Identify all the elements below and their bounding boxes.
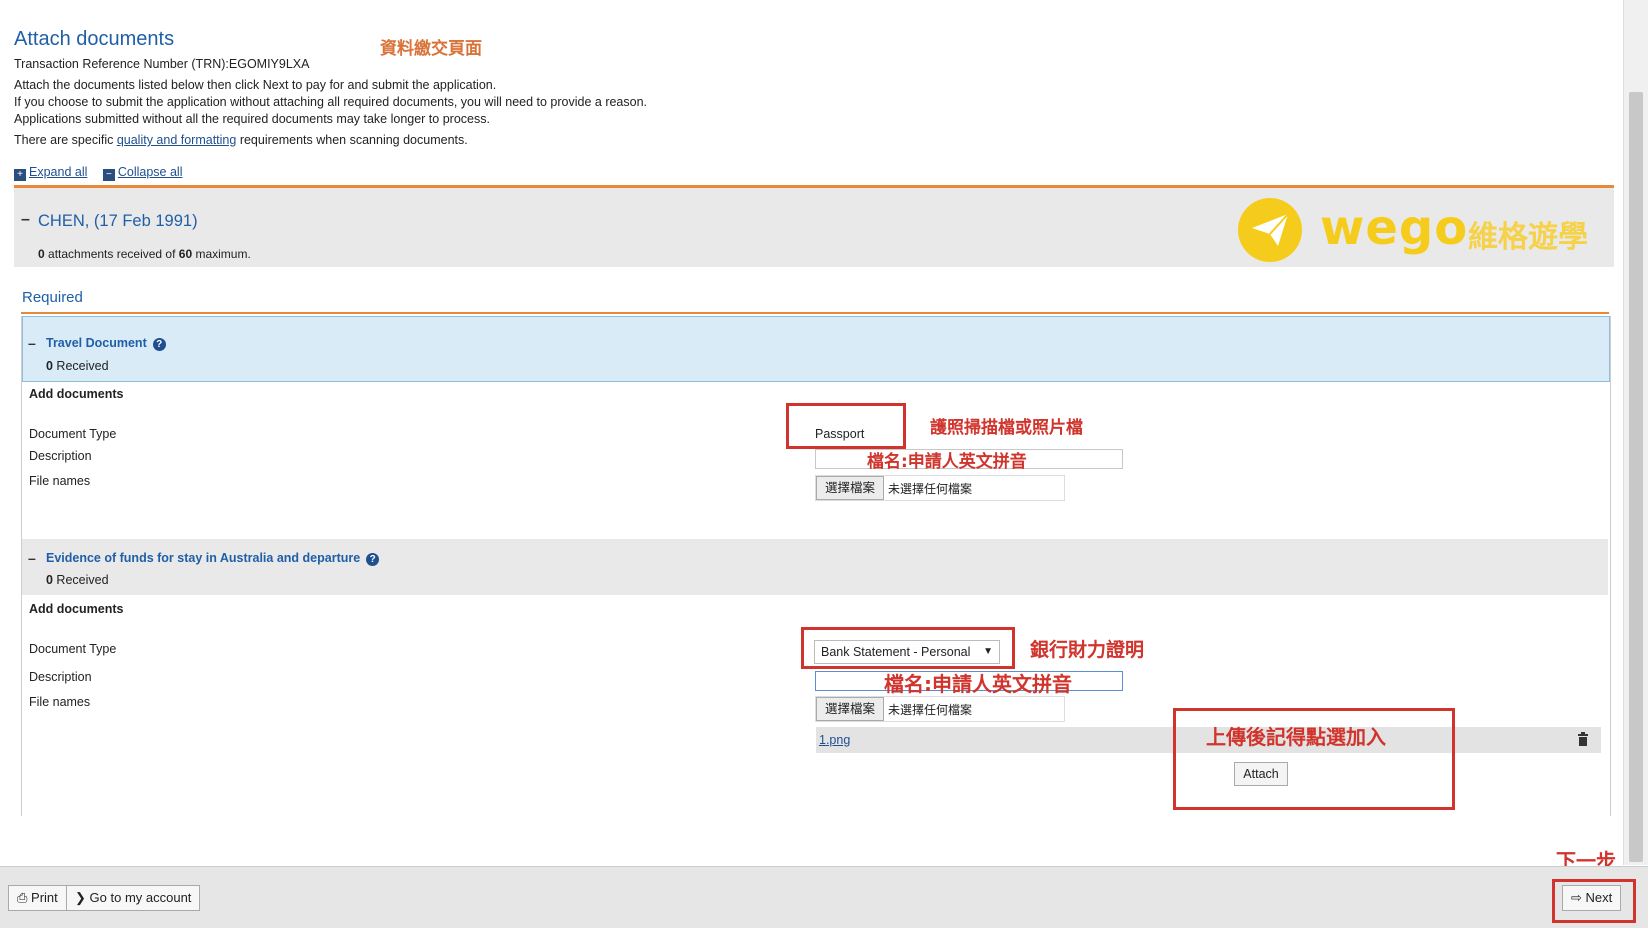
uploaded-file-link[interactable]: 1.png (819, 733, 850, 747)
file-input[interactable]: 選擇檔案 未選擇任何檔案 (815, 696, 1065, 722)
type-annotation: 護照掃描檔或照片檔 (930, 418, 1083, 438)
quality-formatting-link[interactable]: quality and formatting (117, 133, 237, 147)
wego-watermark: wego (1320, 200, 1469, 256)
expand-all-link[interactable]: Expand all (29, 165, 87, 179)
trn-text: Transaction Reference Number (TRN):EGOMI… (14, 57, 310, 71)
annotation-highlight (786, 403, 906, 449)
collapse-icon[interactable]: – (21, 211, 30, 229)
page-title: Attach documents (14, 28, 175, 50)
page: Attach documents 資料繳交頁面 Transaction Refe… (0, 0, 1624, 873)
expand-collapse-row: + Expand all − Collapse all (14, 165, 182, 181)
go-to-account-button[interactable]: ❯ Go to my account (66, 885, 201, 911)
choose-file-button[interactable]: 選擇檔案 (816, 476, 885, 500)
choose-file-button[interactable]: 選擇檔案 (816, 697, 885, 721)
arrow-right-icon: ⇨ (1571, 890, 1582, 905)
applicant-name: CHEN, (17 Feb 1991) (38, 212, 198, 230)
file-names-label: File names (29, 474, 91, 488)
add-documents-heading: Add documents (29, 387, 124, 401)
help-icon[interactable]: ? (366, 553, 380, 566)
document-type-label: Document Type (29, 427, 117, 441)
minus-icon: − (102, 169, 115, 181)
required-heading: Required (22, 289, 83, 306)
intro-line-2: If you choose to submit the application … (14, 95, 648, 109)
collapse-all-link[interactable]: Collapse all (118, 165, 183, 179)
collapse-all-control[interactable]: − Collapse all (102, 165, 183, 181)
quality-prefix: There are specific (14, 133, 117, 147)
evidence-of-funds-received: 0 Received (46, 573, 109, 587)
description-label: Description (29, 670, 92, 684)
trash-icon[interactable] (1577, 732, 1591, 748)
plus-icon: + (14, 169, 26, 181)
document-type-select[interactable]: Bank Statement - Personal ▼ (814, 640, 1000, 664)
wego-watermark-cn: 維格遊學 (1468, 220, 1588, 255)
scrollbar[interactable] (1623, 0, 1648, 865)
help-icon[interactable]: ? (152, 338, 166, 351)
description-annotation: 檔名:申請人英文拼音 (884, 672, 1072, 696)
divider-required (21, 312, 1609, 314)
travel-document-received: 0 Received (46, 359, 109, 373)
travel-document-header[interactable] (22, 316, 1610, 382)
expand-all-control[interactable]: + Expand all (14, 165, 87, 181)
collapse-icon[interactable]: – (28, 335, 36, 351)
type-annotation: 銀行財力證明 (1030, 639, 1145, 661)
attach-annotation: 上傳後記得點選加入 (1206, 725, 1386, 749)
file-names-label: File names (29, 695, 91, 709)
file-input[interactable]: 選擇檔案 未選擇任何檔案 (815, 475, 1065, 501)
scrollbar-thumb[interactable] (1629, 92, 1643, 862)
document-type-label: Document Type (29, 642, 117, 656)
evidence-of-funds-header[interactable] (22, 539, 1608, 595)
title-annotation: 資料繳交頁面 (380, 39, 482, 59)
quality-text: There are specific quality and formattin… (14, 133, 468, 147)
document-type-value: Passport (815, 427, 865, 441)
footer-bar: ⎙ Print ❯ Go to my account ⇨ Next (0, 866, 1648, 928)
chevron-right-icon: ❯ (75, 890, 86, 905)
evidence-of-funds-title[interactable]: Evidence of funds for stay in Australia … (46, 551, 380, 566)
intro-line-3: Applications submitted without all the r… (14, 112, 490, 126)
collapse-icon[interactable]: – (28, 550, 36, 566)
attachment-count: 0 attachments received of 60 maximum. (38, 247, 251, 261)
no-file-text: 未選擇任何檔案 (888, 703, 973, 717)
dropdown-arrow-icon: ▼ (983, 646, 993, 657)
attach-button[interactable]: Attach (1234, 762, 1288, 786)
add-documents-heading: Add documents (29, 602, 124, 616)
next-button[interactable]: ⇨ Next (1562, 885, 1622, 911)
travel-document-title[interactable]: Travel Document? (46, 336, 166, 351)
quality-suffix: requirements when scanning documents. (236, 133, 468, 147)
wego-logo-icon (1238, 198, 1302, 262)
no-file-text: 未選擇任何檔案 (888, 482, 973, 496)
description-label: Description (29, 449, 92, 463)
printer-icon: ⎙ (17, 890, 28, 905)
intro-line-1: Attach the documents listed below then c… (14, 78, 497, 92)
print-button[interactable]: ⎙ Print (8, 885, 67, 911)
description-annotation: 檔名:申請人英文拼音 (867, 452, 1027, 472)
